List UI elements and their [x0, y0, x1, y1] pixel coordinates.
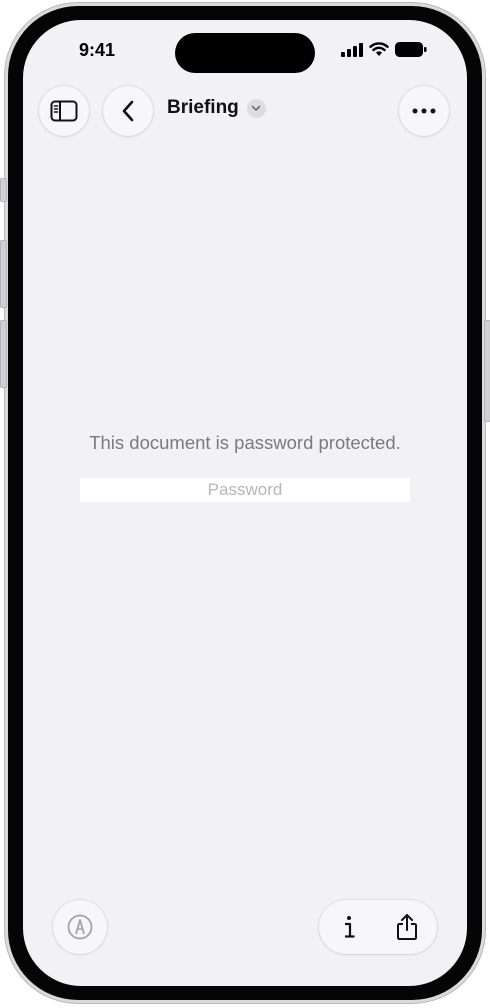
- more-button[interactable]: [399, 86, 449, 136]
- side-power-button: [484, 320, 490, 422]
- markup-button[interactable]: [53, 900, 107, 954]
- password-field[interactable]: [80, 478, 410, 502]
- chevron-left-icon: [122, 100, 134, 122]
- document-title: Briefing: [167, 97, 239, 118]
- password-protected-message: This document is password protected.: [89, 432, 401, 453]
- dynamic-island: [175, 33, 315, 73]
- sidebar-button[interactable]: [39, 86, 89, 136]
- battery-icon: [395, 42, 427, 57]
- share-button[interactable]: [381, 900, 433, 954]
- chevron-down-icon: [251, 105, 261, 111]
- ellipsis-icon: [412, 108, 436, 114]
- sidebar-icon: [50, 100, 78, 122]
- volume-down-button: [0, 320, 7, 388]
- title-menu-badge: [246, 98, 266, 118]
- action-button: [0, 178, 7, 202]
- wifi-icon: [369, 42, 389, 56]
- document-title-menu[interactable]: Briefing: [167, 97, 266, 119]
- screen: 9:41 Briefing This document is password …: [23, 20, 467, 986]
- cellular-signal-icon: [341, 42, 363, 57]
- bottom-actions-group: [319, 900, 437, 954]
- back-button[interactable]: [103, 86, 153, 136]
- info-icon: [345, 916, 355, 938]
- info-button[interactable]: [323, 900, 375, 954]
- markup-pen-icon: [67, 914, 93, 940]
- status-icons: [341, 42, 427, 57]
- share-icon: [397, 914, 417, 940]
- volume-up-button: [0, 240, 7, 308]
- status-time: 9:41: [79, 40, 116, 60]
